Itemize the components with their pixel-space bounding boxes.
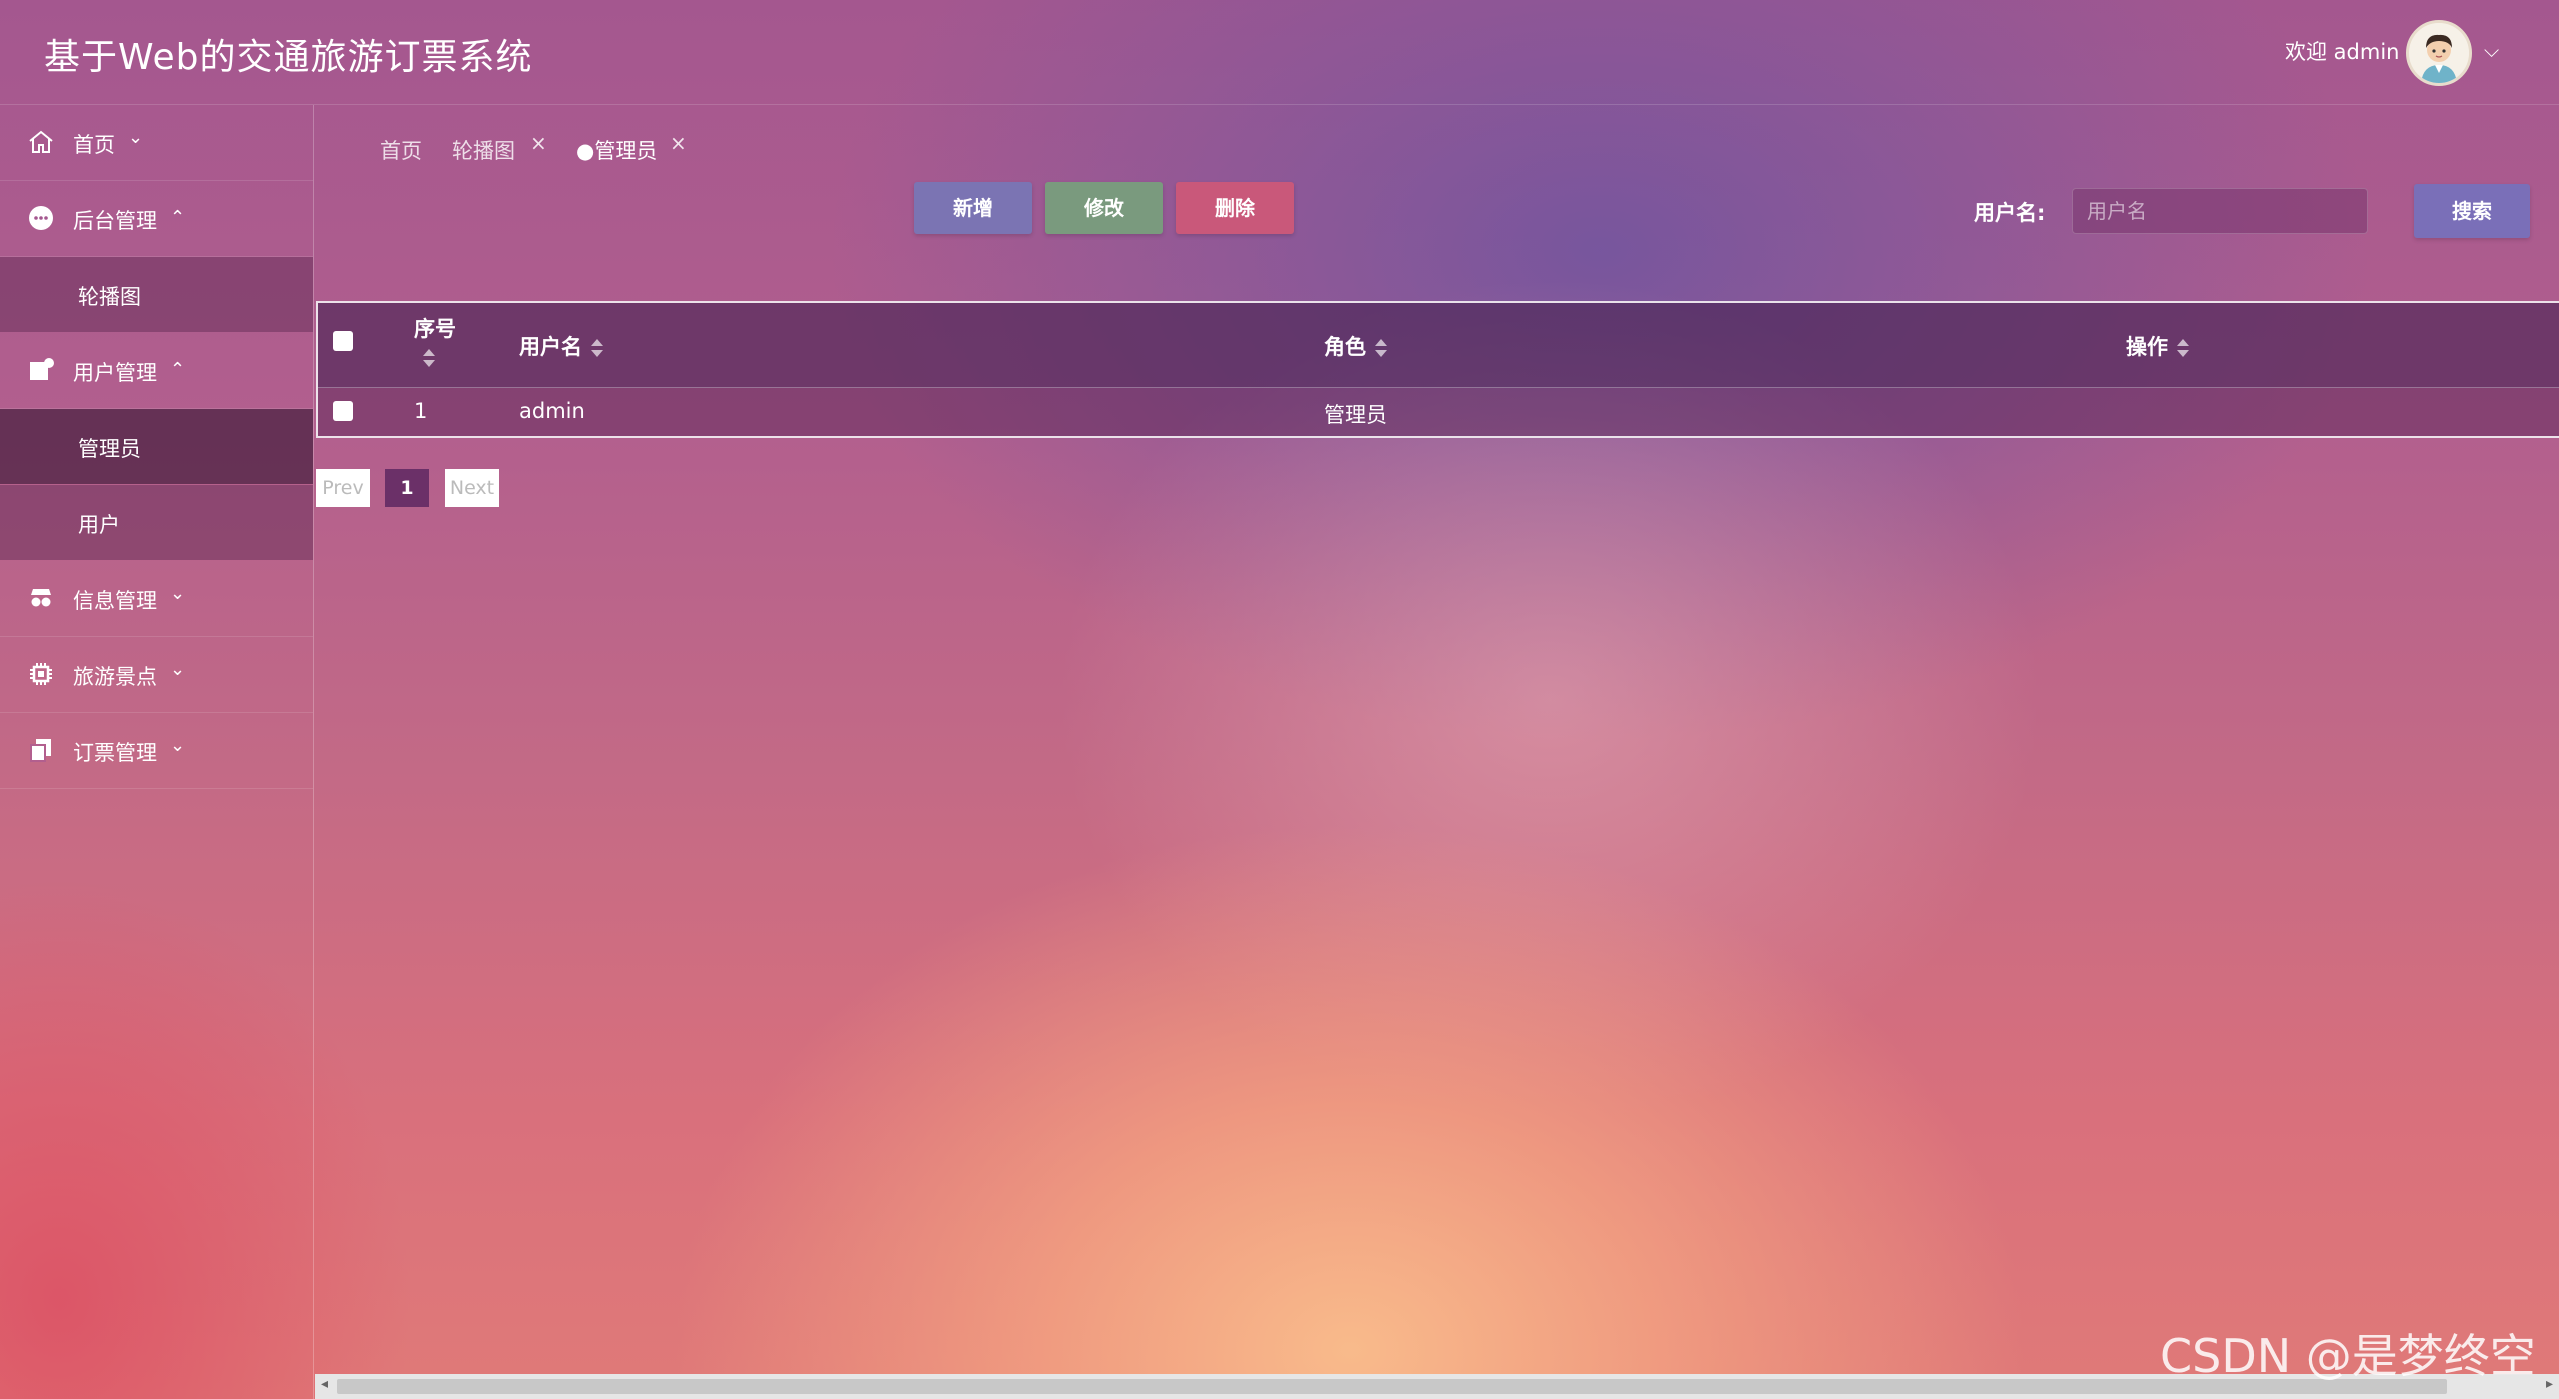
column-header-actions[interactable]: 操作 xyxy=(2126,331,2190,361)
sidebar-item-label: 后台管理 xyxy=(73,209,157,233)
sidebar-subitem-users[interactable]: 用户 xyxy=(0,485,313,560)
tab-carousel[interactable]: 轮播图 xyxy=(452,135,515,165)
column-header-label: 操作 xyxy=(2126,335,2168,359)
edit-button[interactable]: 修改 xyxy=(1045,182,1163,234)
scroll-left-icon[interactable]: ◂ xyxy=(321,1376,328,1392)
chevron-down-icon: ⌄ xyxy=(170,583,186,604)
chevron-down-icon[interactable]: ⌵ xyxy=(2484,38,2499,62)
scroll-right-icon[interactable]: ▸ xyxy=(2546,1376,2553,1392)
table-header: 序号 用户名 角色 操作 xyxy=(318,303,2559,388)
chip-icon xyxy=(30,663,52,685)
glasses-icon xyxy=(31,589,51,607)
sidebar-item-label: 订票管理 xyxy=(73,741,157,765)
username-search-input[interactable] xyxy=(2072,188,2368,234)
sidebar-item-home[interactable]: 首页 ⌄ xyxy=(0,105,313,181)
tab-label: 管理员 xyxy=(594,139,658,163)
copy-icon xyxy=(30,739,51,762)
watermark: CSDN @是梦终空 xyxy=(2160,1329,2536,1383)
sidebar-item-attractions[interactable]: 旅游景点 ⌄ xyxy=(0,637,313,713)
cell-username: admin xyxy=(519,399,585,423)
sidebar-item-label: 信息管理 xyxy=(73,589,157,613)
sidebar: 首页 ⌄ 后台管理 ⌃ 轮播图 用户管理 ⌃ 管理员 用户 信息管理 ⌄ 旅游景… xyxy=(0,105,314,1399)
user-card-icon xyxy=(30,358,54,380)
close-icon[interactable]: × xyxy=(530,131,547,155)
column-header-label: 角色 xyxy=(1324,335,1366,359)
sidebar-item-booking-management[interactable]: 订票管理 ⌄ xyxy=(0,713,313,789)
chevron-up-icon: ⌃ xyxy=(170,359,186,380)
page-number-current[interactable]: 1 xyxy=(385,469,429,507)
top-bar: 基于Web的交通旅游订票系统 欢迎 admin ⌵ xyxy=(0,0,2559,105)
sidebar-item-label: 首页 xyxy=(73,133,115,157)
sidebar-item-label: 旅游景点 xyxy=(73,665,157,689)
sort-icon[interactable] xyxy=(1374,337,1388,359)
search-button[interactable]: 搜索 xyxy=(2414,184,2530,238)
sidebar-subitem-carousel[interactable]: 轮播图 xyxy=(0,257,313,332)
chevron-down-icon: ⌄ xyxy=(128,127,144,148)
close-icon[interactable]: × xyxy=(670,131,687,155)
app-title: 基于Web的交通旅游订票系统 xyxy=(44,37,533,78)
sidebar-item-user-management[interactable]: 用户管理 ⌃ xyxy=(0,333,313,409)
tab-admin[interactable]: ●管理员 xyxy=(576,135,657,165)
chevron-down-icon: ⌄ xyxy=(170,735,186,756)
sidebar-item-backend[interactable]: 后台管理 ⌃ xyxy=(0,181,313,257)
column-header-role[interactable]: 角色 xyxy=(1324,331,1388,361)
chevron-down-icon: ⌄ xyxy=(170,659,186,680)
select-all-checkbox[interactable] xyxy=(333,331,353,351)
row-checkbox[interactable] xyxy=(333,401,353,421)
column-header-index[interactable]: 序号 xyxy=(414,313,456,369)
column-header-label: 序号 xyxy=(414,317,456,341)
home-icon xyxy=(29,130,53,153)
tab-home[interactable]: 首页 xyxy=(380,135,422,165)
sidebar-subitem-admin[interactable]: 管理员 xyxy=(0,409,313,484)
sort-icon[interactable] xyxy=(422,347,436,369)
delete-button[interactable]: 删除 xyxy=(1176,182,1294,234)
sidebar-item-label: 管理员 xyxy=(78,437,141,461)
cell-role: 管理员 xyxy=(1324,403,1387,427)
more-circle-icon xyxy=(29,206,53,230)
sort-icon[interactable] xyxy=(590,337,604,359)
sidebar-item-label: 用户管理 xyxy=(73,361,157,385)
user-avatar-icon xyxy=(2409,23,2469,83)
cell-index: 1 xyxy=(414,399,428,423)
prev-page-button[interactable]: Prev xyxy=(316,469,370,507)
next-page-button[interactable]: Next xyxy=(445,469,499,507)
sidebar-item-info-management[interactable]: 信息管理 ⌄ xyxy=(0,561,313,637)
add-button[interactable]: 新增 xyxy=(914,182,1032,234)
admin-table: 序号 用户名 角色 操作 1 admin 管理员 xyxy=(316,301,2559,438)
column-header-label: 用户名 xyxy=(519,335,582,359)
chevron-up-icon: ⌃ xyxy=(170,207,186,228)
search-label: 用户名: xyxy=(1974,201,2046,225)
sidebar-item-label: 轮播图 xyxy=(78,285,141,309)
column-header-username[interactable]: 用户名 xyxy=(519,331,604,361)
active-dot-icon: ● xyxy=(576,139,595,163)
sort-icon[interactable] xyxy=(2176,337,2190,359)
scrollbar-thumb[interactable] xyxy=(337,1379,2447,1394)
table-row[interactable]: 1 admin 管理员 xyxy=(318,387,2559,438)
avatar[interactable] xyxy=(2406,20,2472,86)
welcome-text: 欢迎 admin xyxy=(2285,40,2400,64)
sidebar-item-label: 用户 xyxy=(78,513,120,537)
